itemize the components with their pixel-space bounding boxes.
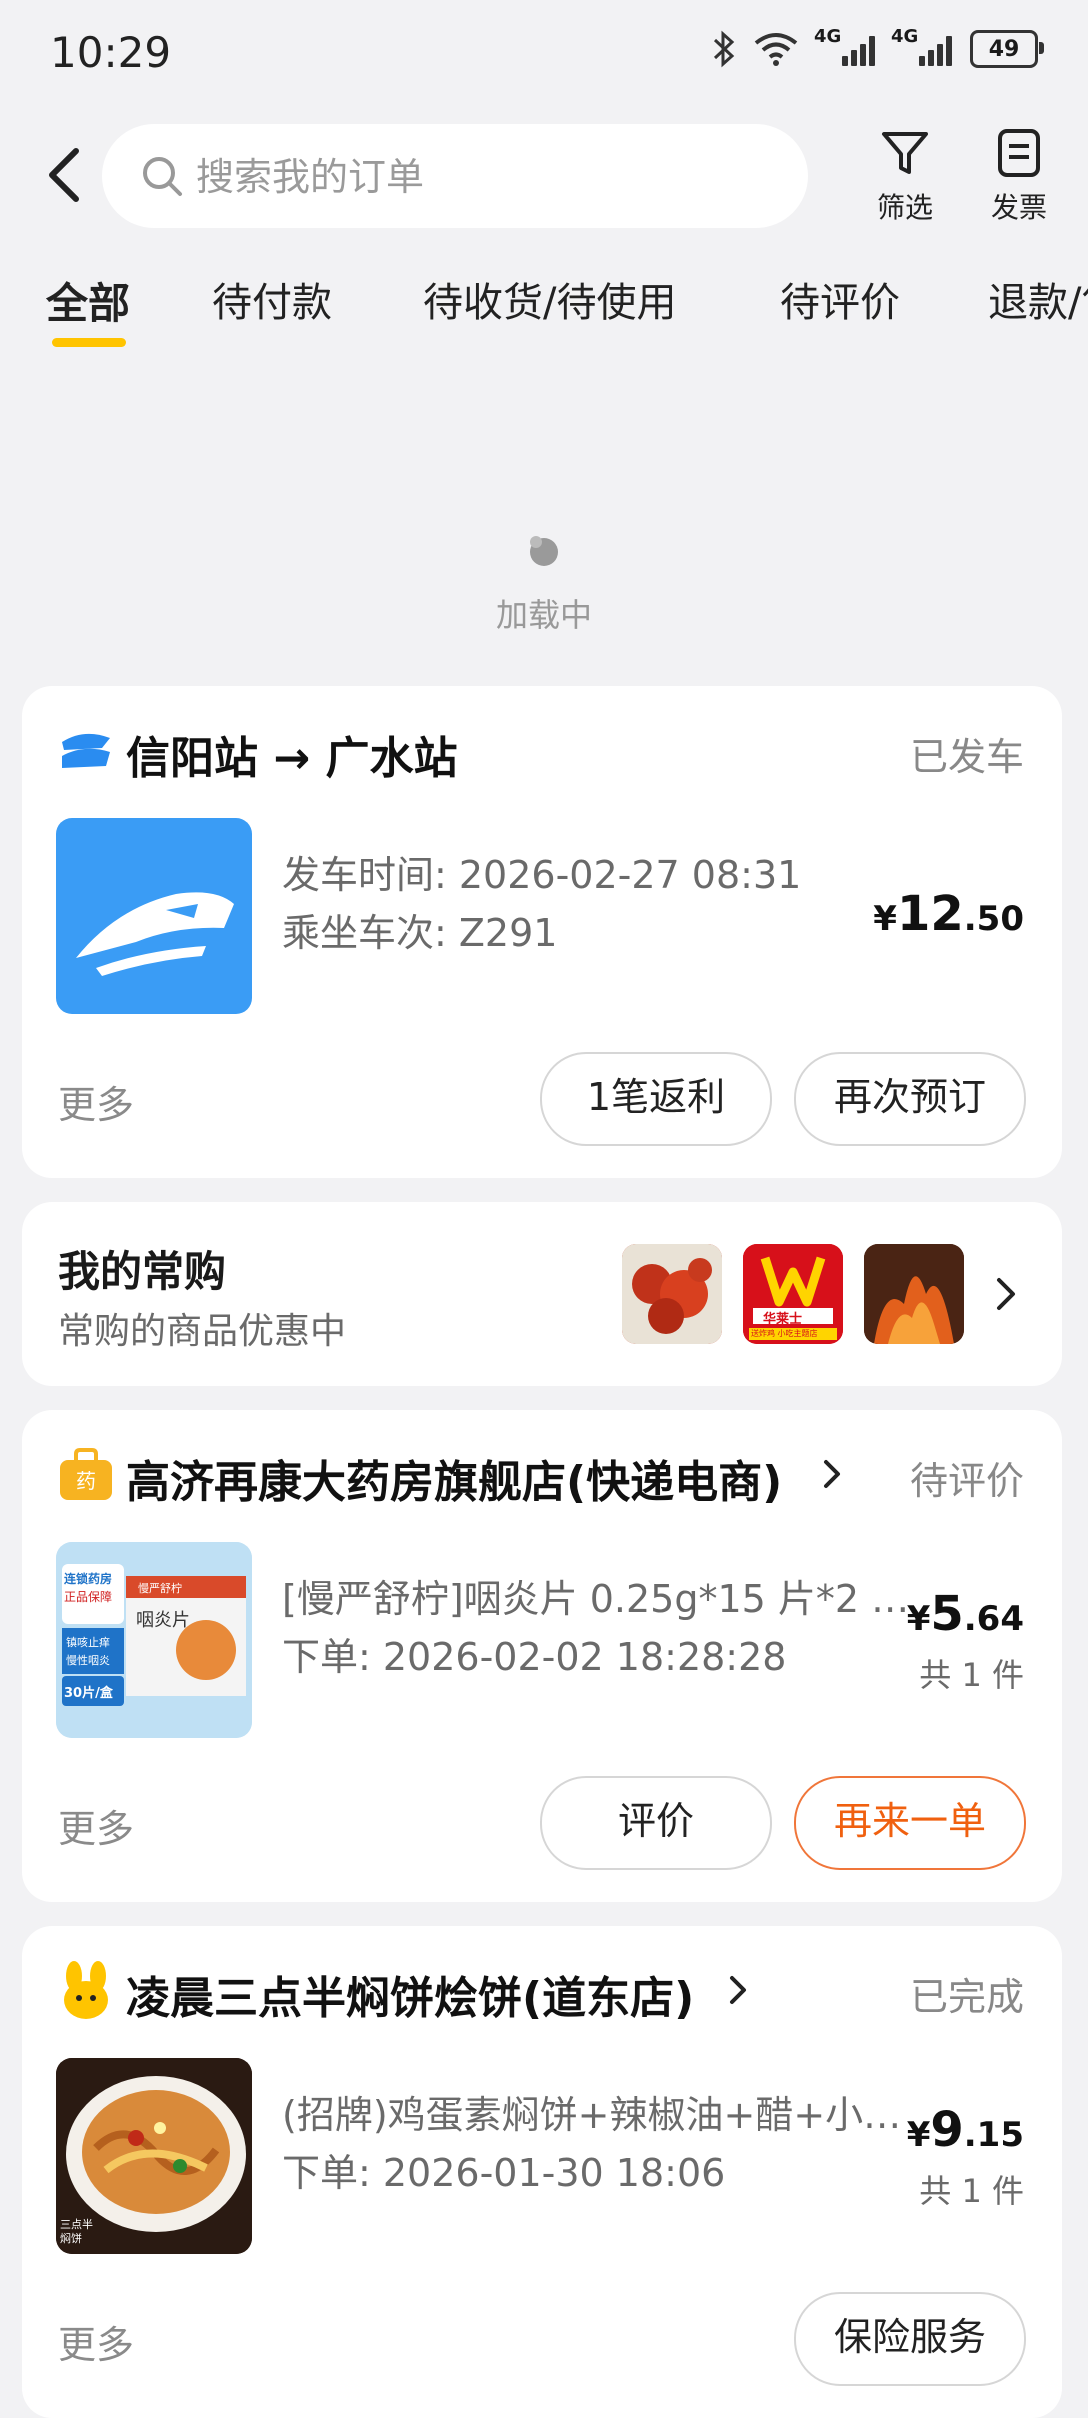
chevron-right-icon[interactable] [994, 1276, 1018, 1312]
rebate-button[interactable]: 1笔返利 [540, 1052, 772, 1146]
train-icon [76, 892, 234, 976]
order-details: (招牌)鸡蛋素焖饼+辣椒油+醋+小… 下单: 2026-01-30 18:06 [282, 2086, 922, 2202]
train-thumbnail [56, 818, 252, 1014]
order-card-pharmacy[interactable]: 药 高济再康大药房旗舰店(快递电商) 待评价 连锁药房 正品保障 镇咳止痒 慢性… [22, 1410, 1062, 1902]
tab-refund[interactable]: 退款/售后 [988, 270, 1088, 328]
signal-icon: 4G [891, 26, 952, 66]
order-price: ¥12.50 [873, 886, 1024, 942]
frequent-product-image [864, 1244, 964, 1344]
order-status: 待评价 [909, 1459, 1024, 1503]
status-time: 10:29 [50, 28, 172, 77]
search-icon [143, 157, 182, 196]
order-price: ¥9.15 [906, 2102, 1024, 2158]
order-title: 信阳站 → 广水站 [126, 733, 458, 784]
loading-text: 加载中 [495, 596, 592, 634]
filter-button[interactable]: 筛选 [860, 128, 950, 226]
invoice-label: 发票 [990, 191, 1047, 224]
search-bar[interactable] [102, 124, 808, 228]
reorder-button[interactable]: 再来一单 [794, 1776, 1026, 1870]
order-tabs: 全部 待付款 待收货/待使用 待评价 退款/售后 [0, 270, 1088, 350]
chevron-right-icon[interactable] [728, 1974, 748, 2006]
grilled-food-image [864, 1244, 964, 1344]
bluetooth-icon [713, 30, 735, 68]
svg-text:药: 药 [76, 1469, 96, 1493]
status-bar: 10:29 4G 4G 49 [0, 0, 1088, 110]
frequent-product-image [622, 1244, 722, 1344]
active-tab-indicator [52, 338, 126, 347]
tab-all[interactable]: 全部 [46, 270, 130, 347]
train-logo-icon [62, 733, 110, 768]
store-name[interactable]: 凌晨三点半焖饼烩饼(道东店) [126, 1962, 694, 2026]
invoice-icon [998, 129, 1040, 177]
order-details: 发车时间: 2026-02-27 08:31 乘坐车次: Z291 [282, 846, 842, 962]
crayfish-image [622, 1244, 722, 1344]
more-link[interactable]: 更多 [58, 1074, 134, 1129]
tab-pending-review[interactable]: 待评价 [780, 270, 900, 328]
order-status: 已完成 [909, 1975, 1024, 2019]
departure-time: 发车时间: 2026-02-27 08:31 [282, 853, 802, 897]
insurance-service-button[interactable]: 保险服务 [794, 2292, 1026, 2386]
wallace-logo-text: 华莱士 [763, 1312, 803, 1327]
filter-label: 筛选 [876, 191, 933, 224]
back-arrow-icon[interactable] [44, 145, 84, 205]
signal-icon: 4G [814, 26, 875, 66]
status-icons: 4G 4G 49 [712, 26, 1044, 68]
order-details: [慢严舒柠]咽炎片 0.25g*15 片*2 … 下单: 2026-02-02 … [282, 1570, 922, 1686]
pharmacy-bag-icon: 药 [60, 1448, 112, 1500]
loading-indicator: 加载中 [0, 530, 1088, 636]
more-link[interactable]: 更多 [58, 2314, 134, 2369]
product-name: [慢严舒柠]咽炎片 0.25g*15 片*2 … [282, 1577, 910, 1621]
frequent-subtitle: 常购的商品优惠中 [58, 1311, 347, 1352]
review-button[interactable]: 评价 [540, 1776, 772, 1870]
order-time: 下单: 2026-01-30 18:06 [282, 2151, 726, 2195]
wallace-logo-subtext: 送炸鸡 小吃主题店 [751, 1329, 818, 1338]
frequent-product-image: 华莱士 送炸鸡 小吃主题店 [743, 1244, 843, 1344]
tab-pending-receipt[interactable]: 待收货/待使用 [423, 270, 676, 328]
order-time: 下单: 2026-02-02 18:28:28 [282, 1635, 787, 1679]
product-name: (招牌)鸡蛋素焖饼+辣椒油+醋+小… [282, 2093, 902, 2137]
search-input[interactable] [194, 142, 758, 212]
store-name[interactable]: 高济再康大药房旗舰店(快递电商) [126, 1446, 782, 1510]
frequent-purchase-card[interactable]: 我的常购 常购的商品优惠中 华莱士 送炸鸡 小吃主题店 [22, 1202, 1062, 1386]
train-number: 乘坐车次: Z291 [282, 911, 558, 955]
order-card-train[interactable]: 信阳站 → 广水站 已发车 发车时间: 2026-02-27 08:31 乘坐车… [22, 686, 1062, 1178]
tab-pending-payment[interactable]: 待付款 [212, 270, 332, 328]
loading-icon [530, 536, 558, 566]
food-thumbnail: 三点半 焖饼 [56, 2058, 252, 2254]
meituan-mascot-icon [64, 1961, 108, 2019]
more-link[interactable]: 更多 [58, 1798, 134, 1853]
order-status: 已发车 [909, 735, 1024, 779]
item-count: 共 1 件 [919, 2172, 1024, 2210]
item-count: 共 1 件 [919, 1656, 1024, 1694]
medicine-thumbnail: 连锁药房 正品保障 镇咳止痒 慢性咽炎 30片/盒 慢严舒柠 咽炎片 [56, 1542, 252, 1738]
invoice-button[interactable]: 发票 [974, 128, 1064, 226]
battery-icon: 49 [970, 30, 1044, 68]
rebook-button[interactable]: 再次预订 [794, 1052, 1026, 1146]
order-price: ¥5.64 [906, 1586, 1024, 1642]
frequent-title: 我的常购 [58, 1247, 227, 1296]
chevron-right-icon[interactable] [822, 1458, 842, 1490]
order-card-restaurant[interactable]: 凌晨三点半焖饼烩饼(道东店) 已完成 三点半 焖饼 (招牌)鸡蛋素焖饼+辣椒油+… [22, 1926, 1062, 2418]
filter-icon [882, 132, 928, 174]
wifi-icon [754, 33, 798, 66]
